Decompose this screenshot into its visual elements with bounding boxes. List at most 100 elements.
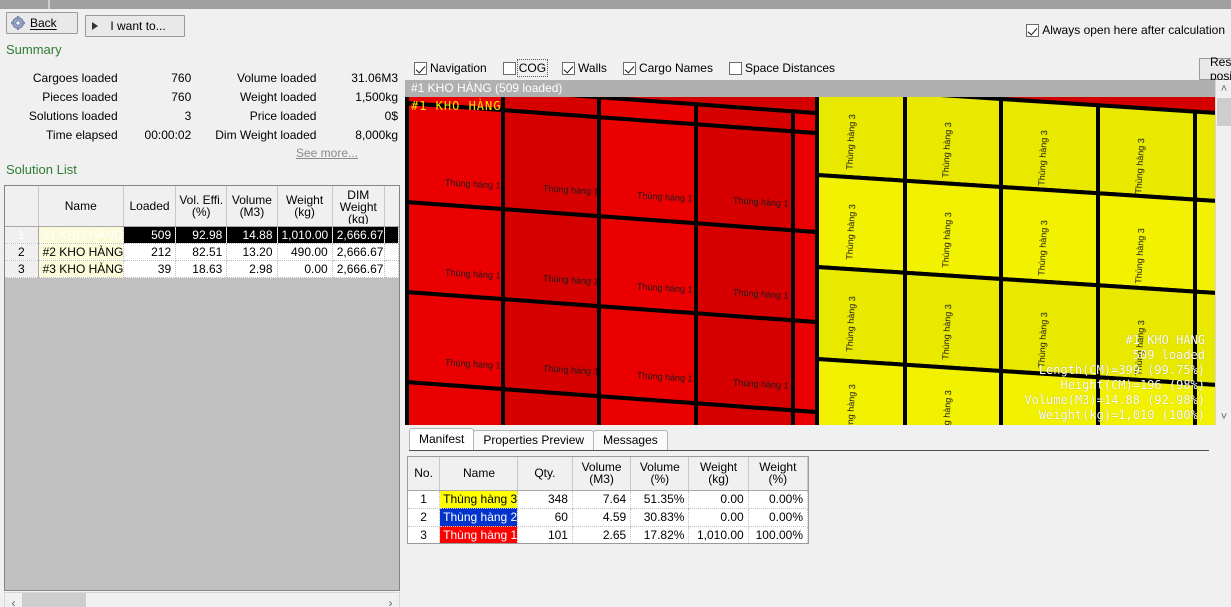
- cargo-names-checkbox[interactable]: Cargo Names: [623, 61, 713, 75]
- back-button[interactable]: Back: [6, 12, 78, 34]
- table-row[interactable]: 1 #1 KHO HÀNG 509 92.98 14.88 1,010.00 2…: [5, 227, 399, 244]
- solution-list-horizontal-scrollbar[interactable]: ‹ ›: [4, 592, 400, 607]
- i-want-to-button[interactable]: I want to...: [85, 15, 185, 37]
- cargo-box: [407, 292, 503, 389]
- row-weight-pct: 0.00%: [748, 508, 807, 526]
- triangle-right-icon: [92, 22, 98, 30]
- scroll-down-arrow-icon[interactable]: ˅: [1216, 408, 1231, 425]
- col-header-index[interactable]: [5, 186, 38, 227]
- cargo-names-label: Cargo Names: [639, 61, 713, 75]
- cargo-box: [503, 299, 599, 396]
- col-header-weight[interactable]: Weight (kg): [277, 186, 332, 227]
- cargo-box: [905, 181, 1001, 279]
- table-row[interactable]: 3 #3 KHO HÀNG 39 18.63 2.98 0.00 2,666.6…: [5, 261, 399, 278]
- scroll-track[interactable]: [22, 593, 382, 607]
- summary-label2: Volume loaded: [197, 71, 316, 90]
- col-header-qty[interactable]: Qty.: [517, 457, 572, 490]
- table-row[interactable]: 1 Thùng hàng 3 348 7.64 51.35% 0.00 0.00…: [408, 490, 808, 508]
- summary-value: 3: [118, 109, 198, 128]
- row-name: #2 KHO HÀNG: [38, 244, 123, 261]
- col-header-name[interactable]: Name: [38, 186, 123, 227]
- scroll-right-arrow-icon[interactable]: ›: [382, 593, 399, 607]
- col-header-loaded[interactable]: Loaded: [123, 186, 175, 227]
- row-volume: 14.88: [227, 227, 277, 244]
- row-name: Thùng hàng 1: [440, 526, 518, 544]
- cog-checkbox[interactable]: COG: [503, 61, 546, 75]
- cargo-box: [1195, 200, 1215, 294]
- col-header-volume-pct[interactable]: Volume (%): [631, 457, 689, 490]
- row-volume-m3: 2.65: [572, 526, 630, 544]
- overlay-line-2: 509 loaded: [1024, 348, 1205, 363]
- viewport-info-overlay: #1 KHO HÀNG 509 loaded Length(CM)=399 (9…: [1024, 333, 1205, 423]
- scroll-up-arrow-icon[interactable]: ˄: [1216, 80, 1231, 97]
- viewport-vertical-scrollbar[interactable]: ˄ ˅: [1215, 80, 1231, 425]
- table-row[interactable]: 3 Thùng hàng 1 101 2.65 17.82% 1,010.00 …: [408, 526, 808, 544]
- viewport-corner-label: #1 KHO HÀNG: [411, 99, 501, 113]
- summary-row: Pieces loaded 760 Weight loaded 1,500kg: [0, 90, 398, 109]
- table-row[interactable]: 2 #2 KHO HÀNG 212 82.51 13.20 490.00 2,6…: [5, 244, 399, 261]
- checkbox-box-icon: [623, 62, 636, 75]
- always-open-here-checkbox[interactable]: Always open here after calculation: [1026, 23, 1225, 37]
- row-weight-kg: 0.00: [689, 508, 748, 526]
- col-header-filler: [384, 186, 398, 227]
- cargo-box: [599, 396, 696, 425]
- cargo-box: [905, 97, 1001, 187]
- cargo-box: [817, 97, 905, 181]
- summary-value: 00:00:02: [118, 128, 198, 147]
- col-header-weight-pct[interactable]: Weight (%): [748, 457, 807, 490]
- cargo-box: [696, 313, 793, 410]
- summary-label: Cargoes loaded: [0, 71, 118, 90]
- see-more-link[interactable]: See more...: [296, 146, 358, 160]
- tab-messages[interactable]: Messages: [593, 430, 668, 450]
- checkbox-box-icon: [562, 62, 575, 75]
- scroll-left-arrow-icon[interactable]: ‹: [5, 593, 22, 607]
- summary-value: 760: [118, 71, 198, 90]
- solution-list-grid[interactable]: Name Loaded Vol. Effi. (%) Volume (M3) W…: [4, 185, 400, 591]
- row-name: #1 KHO HÀNG: [38, 227, 123, 244]
- scroll-thumb[interactable]: [22, 593, 86, 607]
- cargo-box: [503, 110, 599, 216]
- cargo-3d-canvas[interactable]: Thùng hàng 3Thùng hàng 3Thùng hàng 3Thùn…: [405, 97, 1215, 425]
- summary-label2: Price loaded: [197, 109, 316, 128]
- row-filler: [384, 261, 398, 278]
- cargo-box: [793, 320, 817, 412]
- cargo-box: [599, 216, 696, 313]
- viewport-title: #1 KHO HÀNG (509 loaded): [405, 80, 1215, 97]
- col-header-volume-m3[interactable]: Volume (M3): [572, 457, 630, 490]
- always-open-here-label: Always open here after calculation: [1042, 23, 1225, 37]
- col-header-vol-effi[interactable]: Vol. Effi. (%): [176, 186, 227, 227]
- tab-properties-preview[interactable]: Properties Preview: [473, 430, 594, 450]
- col-header-weight-kg[interactable]: Weight (kg): [689, 457, 748, 490]
- scroll-thumb[interactable]: [1217, 98, 1231, 126]
- manifest-table[interactable]: No. Name Qty. Volume (M3) Volume (%) Wei…: [407, 456, 809, 544]
- cargo-box: [407, 202, 503, 299]
- cargo-box: [905, 365, 1001, 425]
- row-name: Thùng hàng 2: [440, 508, 518, 526]
- walls-checkbox[interactable]: Walls: [562, 61, 607, 75]
- row-weight: 1,010.00: [277, 227, 332, 244]
- col-header-volume-m3-line2: (M3): [589, 472, 614, 486]
- row-loaded: 509: [123, 227, 175, 244]
- col-header-no[interactable]: No.: [408, 457, 440, 490]
- row-weight-pct: 0.00%: [748, 490, 807, 508]
- cog-label: COG: [519, 61, 546, 75]
- col-header-volume[interactable]: Volume (M3): [227, 186, 277, 227]
- reset-position-button[interactable]: Reset position: [1199, 58, 1231, 80]
- cargo-box: [599, 306, 696, 403]
- table-row[interactable]: 2 Thùng hàng 2 60 4.59 30.83% 0.00 0.00%: [408, 508, 808, 526]
- cargo-3d-viewport[interactable]: #1 KHO HÀNG (509 loaded) Thùng hàng 3Thù…: [405, 80, 1231, 425]
- col-header-dim-weight[interactable]: DIM Weight (kg): [332, 186, 384, 227]
- tab-manifest[interactable]: Manifest: [409, 428, 474, 450]
- cargo-box: [503, 389, 599, 425]
- left-panel: Back I want to... Summary Cargoes loaded…: [0, 9, 404, 607]
- cargo-box: [817, 175, 905, 273]
- col-header-name[interactable]: Name: [440, 457, 518, 490]
- left-toolbar: Back I want to...: [6, 12, 185, 37]
- space-distances-checkbox[interactable]: Space Distances: [729, 61, 835, 75]
- summary-row: Time elapsed 00:00:02 Dim Weight loaded …: [0, 128, 398, 147]
- navigation-checkbox[interactable]: Navigation: [414, 61, 487, 75]
- overlay-line-5: Volume(M3)=14.88 (92.98%): [1024, 393, 1205, 408]
- solution-list-header-row: Name Loaded Vol. Effi. (%) Volume (M3) W…: [5, 186, 399, 227]
- row-loaded: 39: [123, 261, 175, 278]
- row-filler: [384, 244, 398, 261]
